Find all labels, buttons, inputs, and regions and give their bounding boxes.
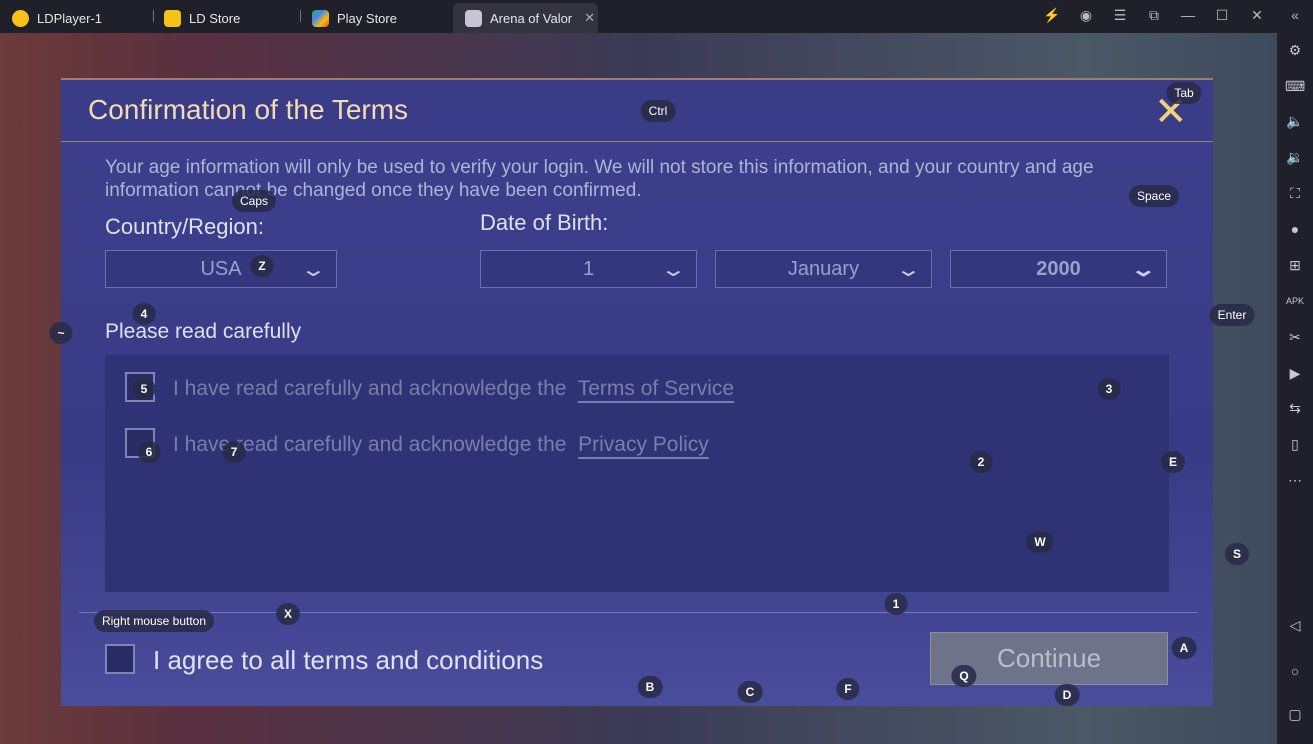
shake-icon[interactable]: ▯ [1285,435,1305,453]
tab-ldplayer[interactable]: LDPlayer-1 [0,3,150,33]
keymap-b: B [637,676,663,698]
tab-label: LDPlayer-1 [37,10,103,26]
country-value: USA [200,257,242,280]
keymap-c: C [737,681,763,703]
terms-box: I have read carefully and acknowledge th… [105,355,1169,592]
keymap-ctrl: Ctrl [640,100,676,122]
chevron-down-icon: ⌄ [1130,259,1158,281]
back-icon[interactable]: ◁ [1285,616,1305,634]
tab-arena-of-valor[interactable]: Arena of Valor ✕ [453,3,598,33]
dialog-header: Confirmation of the Terms ✕ [61,80,1213,142]
chevron-down-icon: ⌄ [895,259,923,281]
apk-icon[interactable]: APK [1285,292,1305,310]
chevron-down-icon: ⌄ [660,259,688,281]
dialog-title: Confirmation of the Terms [88,94,409,125]
title-bar: LDPlayer-1 LD Store Play Store Arena of … [0,0,1313,33]
fullscreen-icon[interactable]: ⛶ [1285,184,1305,202]
divider [79,612,1197,613]
ldplayer-icon [12,9,29,27]
keymap-e: E [1160,451,1186,473]
terms-text: I have read carefully and acknowledge th… [173,377,734,401]
keymap-enter: Enter [1209,304,1255,326]
terms-prefix: I have read carefully and acknowledge th… [173,377,567,400]
keymap-q: Q [951,665,977,687]
keymap-2: 2 [969,451,993,473]
keymap-space: Space [1128,185,1180,207]
terms-dialog: Confirmation of the Terms ✕ Your age inf… [61,78,1213,706]
menu-icon[interactable]: ☰ [1110,7,1130,24]
collapse-sidebar-icon[interactable]: « [1285,7,1305,23]
home-icon[interactable]: ○ [1285,662,1305,680]
month-value: January [787,257,860,280]
agree-all-label[interactable]: I agree to all terms and conditions [153,645,543,676]
play-store-icon [312,9,329,27]
tab-label: LD Store [189,10,241,26]
tab-play-store[interactable]: Play Store [300,3,450,33]
record-icon[interactable]: ▶ [1285,364,1305,382]
privacy-policy-link[interactable]: Privacy Policy [578,433,709,456]
read-carefully-label: Please read carefully [105,320,302,343]
keymap-d: D [1054,684,1080,706]
location-icon[interactable]: ● [1285,220,1305,238]
volume-up-icon[interactable]: 🔈 [1285,112,1305,130]
maximize-icon[interactable]: ☐ [1212,7,1232,24]
sync-icon[interactable]: ⇆ [1285,399,1305,417]
keymap-tab: Tab [1166,82,1202,104]
country-select[interactable]: USA ⌄ [105,250,337,288]
right-sidebar: ⚙ ⌨ 🔈 🔉 ⛶ ● ⊞ APK ✂ ▶ ⇆ ▯ ⋯ ◁ ○ ▢ [1277,33,1313,744]
tab-ld-store[interactable]: LD Store [152,3,297,33]
minimize-icon[interactable]: — [1178,7,1198,23]
keymap-s: S [1224,543,1250,565]
keymap-5: 5 [132,378,156,400]
more-icon[interactable]: ⋯ [1285,471,1305,489]
volume-down-icon[interactable]: 🔉 [1285,148,1305,166]
day-value: 1 [582,257,595,280]
keymap-6: 6 [137,441,161,463]
agree-all-checkbox[interactable] [105,644,135,674]
game-icon [465,9,482,27]
close-icon[interactable]: ✕ [1247,7,1267,24]
terms-of-service-link[interactable]: Terms of Service [578,377,734,400]
keymap-f: F [836,678,860,700]
month-select[interactable]: January ⌄ [715,250,932,288]
year-select[interactable]: 2000 ⌄ [950,250,1167,288]
keymap-a: A [1171,637,1197,659]
keymap-z: Z [250,255,274,277]
tab-label: Play Store [337,10,397,26]
keymap-caps: Caps [231,190,277,212]
keymap-w: W [1026,531,1054,553]
keymap-3: 3 [1097,378,1121,400]
keymap-1: 1 [884,593,908,615]
privacy-text: I have read carefully and acknowledge th… [173,433,709,457]
keymap-tilde: ~ [49,322,73,344]
account-icon[interactable]: ◉ [1076,7,1096,24]
tab-label: Arena of Valor [490,10,573,26]
settings-icon[interactable]: ⚙ [1285,41,1305,59]
scissors-icon[interactable]: ✂ [1285,328,1305,346]
keymap-x: X [275,603,301,625]
year-value: 2000 [1036,257,1081,280]
keymap-7: 7 [222,441,246,463]
multi-instance-icon[interactable]: ⊞ [1285,256,1305,274]
keyboard-icon[interactable]: ⌨ [1285,77,1305,95]
keymap-right-mouse: Right mouse button [93,610,215,632]
chevron-down-icon: ⌄ [300,259,328,281]
close-tab-icon[interactable]: ✕ [584,10,595,26]
keymap-4: 4 [132,303,156,325]
dob-label: Date of Birth: [480,210,609,235]
day-select[interactable]: 1 ⌄ [480,250,697,288]
country-label: Country/Region: [105,214,264,239]
recent-apps-icon[interactable]: ▢ [1285,705,1305,723]
boost-icon[interactable]: ⚡ [1042,7,1062,24]
resize-icon[interactable]: ⧉ [1144,7,1164,24]
gamepad-icon [164,9,181,27]
